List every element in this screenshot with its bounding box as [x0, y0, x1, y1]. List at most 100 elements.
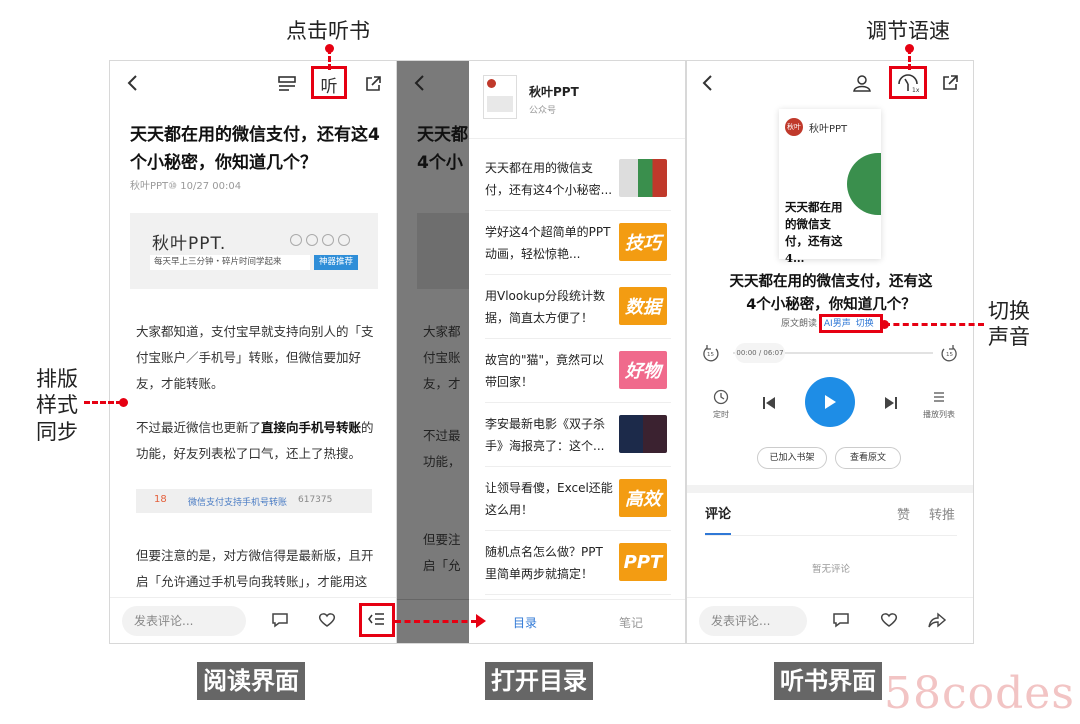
playlist-button[interactable]: 播放列表	[919, 389, 959, 421]
tab-notes[interactable]: 笔记	[619, 614, 643, 631]
highlight-toc	[359, 603, 395, 637]
time-display: 00:00 / 06:07	[735, 343, 785, 363]
tab-comments[interactable]: 评论	[705, 503, 731, 537]
like-icon[interactable]	[877, 608, 901, 632]
circle-icon	[290, 234, 302, 246]
player-title: 天天都在用的微信支付，还有这4个小秘密，你知道几个？	[729, 274, 933, 313]
annotation-toc-line	[395, 620, 477, 623]
skip-next-icon	[885, 397, 897, 409]
toc-item[interactable]: 天天都在用的微信支付，还有这4个小秘密...	[485, 147, 671, 211]
toc-tabs: 目录 笔记	[469, 599, 685, 643]
player-panel: 1x 秋叶 秋叶PPT 天天都在用的微信支付，还有这4… 天天都在用的微信支付，…	[686, 60, 974, 644]
prev-button[interactable]	[757, 391, 781, 415]
rewind-15-button[interactable]: 15	[701, 343, 721, 363]
share-icon[interactable]	[360, 71, 386, 97]
banner-logo: 秋叶PPT.	[152, 234, 227, 254]
dimmed-banner	[417, 213, 469, 289]
comment-icon[interactable]	[829, 608, 853, 632]
toc-item-title: 学好这4个超简单的PPT动画，轻松惊艳...	[485, 225, 611, 261]
circle-icon	[306, 234, 318, 246]
forward-15-button[interactable]: 15	[939, 343, 959, 363]
reader-panel: 听 天天都在用的微信支付，还有这4个小秘密，你知道几个？ 秋叶PPT⑩ 10/2…	[109, 60, 397, 644]
toc-item-thumbnail: 数据	[619, 287, 667, 325]
dimmed-text: 大家都 付宝账 友，才 不过最 功能， 但要注 启「允	[423, 324, 461, 573]
comment-input[interactable]: 发表评论...	[699, 606, 807, 636]
annotation-layout-line	[84, 401, 122, 404]
annotation-layout-dot	[119, 398, 128, 407]
paragraph-2-bold: 直接向手机号转账	[261, 420, 362, 435]
tab-likes[interactable]: 赞	[897, 504, 910, 523]
hot-count: 617375	[298, 495, 333, 505]
back-icon	[405, 69, 433, 97]
comment-input[interactable]: 发表评论...	[122, 606, 246, 636]
thumbnail-label: 高效	[625, 489, 661, 510]
share-icon[interactable]	[937, 70, 963, 96]
account-type: 公众号	[529, 106, 557, 116]
highlight-speed	[889, 66, 927, 99]
article-banner: 秋叶PPT. 每天早上三分钟・碎片时间学起来 神器推荐	[130, 213, 378, 289]
hot-search-card: 18 微信支付支持手机号转账 617375	[136, 489, 372, 513]
hot-text: 微信支付支持手机号转账	[188, 498, 288, 508]
toc-item-thumbnail	[619, 159, 667, 197]
banner-icons	[290, 234, 356, 248]
reader-bottom-bar: 发表评论...	[110, 597, 396, 643]
toc-item-title: 李安最新电影《双子杀手》海报亮了：这个...	[485, 417, 606, 453]
like-icon[interactable]	[315, 608, 339, 632]
toc-item[interactable]: 用Vlookup分段统计数据，简直太方便了！ 数据	[485, 275, 671, 339]
circle-icon	[338, 234, 350, 246]
playlist-label: 播放列表	[923, 410, 955, 419]
cover-image	[847, 153, 881, 215]
dimmed-title: 天天都 4个小	[417, 125, 468, 173]
comment-icon[interactable]	[268, 608, 292, 632]
toc-item-title: 用Vlookup分段统计数据，简直太方便了！	[485, 289, 606, 325]
tabs-line	[705, 535, 957, 536]
toc-item-thumbnail: 技巧	[619, 223, 667, 261]
paragraph-2-start: 不过最近微信也更新了	[136, 420, 262, 435]
toc-item-thumbnail: 高效	[619, 479, 667, 517]
toc-item[interactable]: 学好这4个超简单的PPT动画，轻松惊艳... 技巧	[485, 211, 671, 275]
clock-icon	[713, 389, 729, 405]
play-icon	[825, 395, 836, 409]
annotation-switch-voice: 切换 声音	[988, 299, 1030, 350]
voice-prefix: 原文朗读	[781, 319, 818, 329]
cover-text: 天天都在用的微信支付，还有这4…	[785, 200, 843, 265]
thumbnail-label: 好物	[625, 361, 661, 382]
forward-share-icon[interactable]	[925, 608, 949, 632]
back-icon[interactable]	[118, 69, 146, 97]
timer-button[interactable]: 定时	[707, 389, 735, 421]
banner-button[interactable]: 神器推荐	[314, 255, 358, 270]
layout-icon[interactable]	[274, 71, 300, 97]
caption-toc: 打开目录	[485, 662, 593, 700]
section-divider	[687, 485, 973, 493]
skip-previous-icon	[763, 397, 775, 409]
article-paragraph-2: 不过最近微信也更新了直接向手机号转账的功能，好友列表松了口气，还上了热搜。	[136, 415, 376, 467]
account-name: 秋叶PPT	[529, 85, 579, 99]
tab-shares[interactable]: 转推	[929, 504, 955, 523]
account-avatar	[483, 75, 517, 119]
account-header[interactable]: 秋叶PPT 公众号	[469, 61, 685, 139]
thumbnail-label: PPT	[623, 551, 663, 573]
toc-item[interactable]: 让领导看傻，Excel还能这么用！ 高效	[485, 467, 671, 531]
view-original-button[interactable]: 查看原文	[835, 447, 901, 469]
annotation-speed-dot	[905, 44, 914, 53]
circle-icon	[322, 234, 334, 246]
profile-icon[interactable]	[849, 70, 875, 96]
annotation-voice-line	[884, 323, 984, 326]
list-icon	[934, 392, 944, 402]
article-title: 天天都在用的微信支付，还有这4个小秘密，你知道几个？	[130, 125, 380, 173]
toc-item-title: 故宫的"猫"，竟然可以带回家！	[485, 353, 605, 389]
article-paragraph-1: 大家都知道，支付宝早就支持向别人的「支付宝账户／手机号」转账，但微信要加好友，才…	[136, 324, 374, 391]
next-button[interactable]	[879, 391, 903, 415]
toc-item[interactable]: 随机点名怎么做？PPT里简单两步就搞定！ PPT	[485, 531, 671, 595]
tab-comments-label: 评论	[705, 507, 732, 522]
toc-item[interactable]: 故宫的"猫"，竟然可以带回家！ 好物	[485, 339, 671, 403]
hot-rank: 18	[154, 494, 167, 505]
back-icon[interactable]	[693, 69, 721, 97]
no-comments: 暂无评论	[811, 564, 850, 575]
added-to-shelf-button[interactable]: 已加入书架	[757, 447, 827, 469]
caption-reading: 阅读界面	[197, 662, 305, 700]
toc-item-title: 随机点名怎么做？PPT里简单两步就搞定！	[485, 545, 603, 581]
play-button[interactable]	[805, 377, 855, 427]
toc-item[interactable]: 李安最新电影《双子杀手》海报亮了：这个...	[485, 403, 671, 467]
tab-catalog[interactable]: 目录	[513, 614, 537, 631]
